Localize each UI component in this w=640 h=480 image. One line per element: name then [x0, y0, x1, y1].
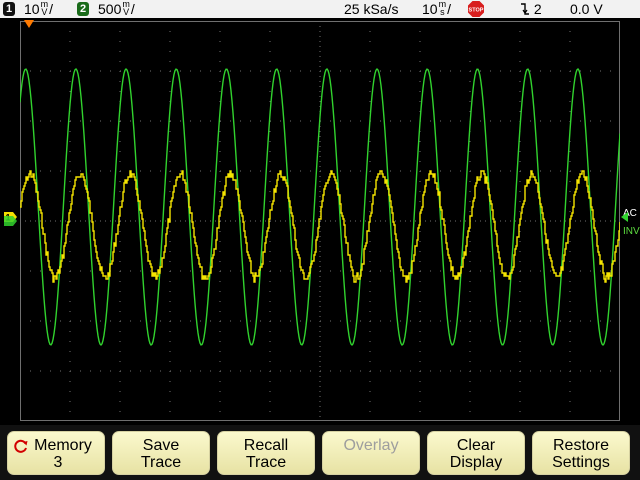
run-state-text: STOP [469, 8, 484, 14]
timebase-scale[interactable]: 10 m s / [422, 0, 451, 18]
channel-1-scale-unit: mV [41, 0, 49, 17]
channel-2-scale-unit: mV [122, 0, 130, 17]
falling-edge-icon [521, 3, 529, 15]
trigger-source: 2 [533, 1, 542, 17]
timebase-unit: ms [439, 0, 447, 17]
softkey-line2: Display [449, 454, 503, 471]
softkey-line1: Overlay [343, 437, 399, 454]
softkey-bar: Memory 3 Save Trace Recall Trace Overlay… [0, 425, 640, 480]
channel-2-ground-marker[interactable] [2, 214, 18, 228]
sample-rate: 25 kSa/s [344, 1, 399, 17]
trigger-position-marker[interactable] [24, 20, 34, 29]
unit-slash: / [130, 1, 135, 17]
channel-2-scale[interactable]: 500 m V / [98, 0, 135, 18]
unit-slash: / [49, 1, 53, 17]
softkey-line2: Trace [140, 454, 182, 471]
inverted-label: INV [623, 226, 640, 237]
channel-2-badge[interactable]: 2 [77, 2, 89, 16]
unit-bottom: V [41, 7, 48, 17]
trigger-level[interactable]: 0.0 V [570, 0, 603, 18]
softkey-line2: 3 [53, 454, 63, 471]
trigger-info[interactable]: 2 [520, 0, 542, 18]
unit-bottom: s [440, 7, 445, 17]
timebase-value: 10 [422, 1, 438, 17]
save-trace-softkey[interactable]: Save Trace [112, 431, 210, 475]
status-bar: 1 10 m V/ 2 500 m V/ 25 kSa/s 10 m s / STOP 2 0… [0, 0, 640, 18]
unit-bottom: V [123, 7, 130, 17]
restore-settings-softkey[interactable]: Restore Settings [532, 431, 630, 475]
waveform-display[interactable] [20, 21, 620, 421]
channel-1-badge[interactable]: 1 [3, 2, 15, 16]
softkey-line1: Save [142, 437, 180, 454]
trigger-level-marker[interactable] [620, 212, 628, 222]
channel-1-scale-value: 10 [24, 1, 40, 17]
rotate-knob-icon [14, 439, 28, 453]
softkey-line1: Recall [243, 437, 289, 454]
softkey-line1: Restore [552, 437, 610, 454]
overlay-softkey[interactable]: Overlay [322, 431, 420, 475]
clear-display-softkey[interactable]: Clear Display [427, 431, 525, 475]
unit-slash: / [447, 1, 451, 17]
stop-sign-icon[interactable]: STOP [467, 0, 485, 18]
memory-softkey[interactable]: Memory 3 [7, 431, 105, 475]
softkey-line2: Trace [245, 454, 287, 471]
graticule [20, 21, 620, 421]
channel-1-scale[interactable]: 10 m V / [24, 0, 53, 18]
softkey-line1: Clear [456, 437, 496, 454]
recall-trace-softkey[interactable]: Recall Trace [217, 431, 315, 475]
channel-2-scale-value: 500 [98, 1, 122, 17]
softkey-line2: Settings [552, 454, 610, 471]
